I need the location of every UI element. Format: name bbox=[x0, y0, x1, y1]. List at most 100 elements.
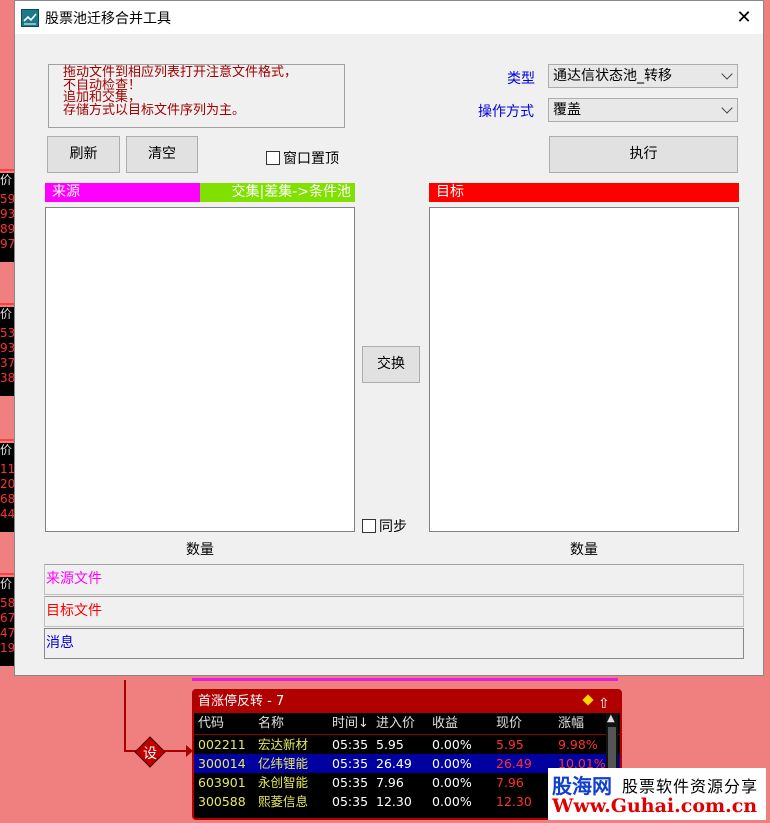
table-row[interactable]: 002211 宏达新材 05:35 5.95 0.00% 5.95 9.98% bbox=[194, 735, 620, 754]
stock-cell-name: 亿纬锂能 bbox=[258, 756, 309, 771]
column-header[interactable]: 涨幅 bbox=[558, 713, 584, 735]
stock-cell-entry: 7.96 bbox=[376, 775, 404, 790]
migration-tool-dialog: 股票池迁移合并工具 ✕ 拖动文件到相应列表打开注意文件格式， 不自动检查！ 追加和交… bbox=[14, 0, 764, 676]
stock-cell-code: 300588 bbox=[198, 794, 246, 809]
column-header[interactable]: 名称 bbox=[258, 713, 284, 735]
background-price-text: 44 bbox=[0, 507, 14, 521]
target-file-field: 目标文件 bbox=[44, 596, 744, 627]
stock-cell-price: 26.49 bbox=[496, 756, 532, 771]
swap-button[interactable]: 交换 bbox=[362, 346, 420, 383]
watermark-tagline: 股票软件资源分享 bbox=[622, 777, 759, 796]
diamond-icon[interactable] bbox=[582, 694, 594, 706]
background-price-text: 68 bbox=[0, 492, 14, 506]
column-header[interactable]: 进入价 bbox=[376, 713, 415, 735]
title-bar[interactable]: 股票池迁移合并工具 ✕ bbox=[15, 1, 763, 34]
watermark-url: Www.Guhai.com.cn bbox=[552, 795, 758, 817]
background-right-strip bbox=[764, 34, 770, 674]
column-header[interactable]: 现价 bbox=[496, 713, 522, 735]
clear-button[interactable]: 清空 bbox=[126, 136, 198, 173]
stock-panel-title-bar: 首涨停反转 - 7 ⇧ bbox=[194, 691, 620, 713]
type-select-value: 通达信状态池_转移 bbox=[553, 68, 672, 84]
checkbox-box[interactable] bbox=[362, 519, 376, 533]
source-listbox[interactable] bbox=[45, 207, 355, 532]
flow-connector bbox=[124, 680, 126, 752]
background-price-text: 93 bbox=[0, 341, 14, 355]
background-price-text: 38 bbox=[0, 371, 14, 385]
sync-checkbox[interactable]: 同步 bbox=[362, 516, 407, 536]
stock-cell-time: 05:35 bbox=[332, 737, 369, 752]
stock-cell-gain: 0.00% bbox=[432, 775, 472, 790]
mode-label: 操作方式 bbox=[478, 104, 534, 120]
target-list-header: 目标 bbox=[429, 183, 739, 202]
background-divider bbox=[0, 573, 14, 575]
background-price-text: 97 bbox=[0, 237, 14, 251]
background-price-text: 11 bbox=[0, 462, 14, 476]
stock-cell-change: 9.98% bbox=[558, 737, 598, 752]
column-header[interactable]: 时间↓ bbox=[332, 713, 369, 735]
background-price-text: 价 bbox=[0, 173, 13, 187]
stock-cell-time: 05:35 bbox=[332, 794, 369, 809]
flow-node-diamond[interactable]: 设 bbox=[134, 736, 166, 768]
type-label: 类型 bbox=[507, 71, 535, 87]
stock-cell-code: 300014 bbox=[198, 756, 246, 771]
sync-label: 同步 bbox=[379, 519, 407, 535]
stock-cell-price: 5.95 bbox=[496, 737, 524, 752]
column-header[interactable]: 代码 bbox=[198, 713, 224, 735]
source-count-label: 数量 bbox=[186, 542, 214, 558]
background-price-text: 67 bbox=[0, 611, 14, 625]
refresh-button[interactable]: 刷新 bbox=[47, 136, 120, 173]
target-count-label: 数量 bbox=[570, 542, 598, 558]
flow-connector bbox=[164, 750, 188, 752]
background-price-text: 47 bbox=[0, 626, 14, 640]
message-field: 消息 bbox=[44, 628, 744, 659]
always-on-top-label: 窗口置顶 bbox=[283, 151, 339, 167]
background-panel-edge bbox=[192, 678, 618, 681]
scroll-up-icon[interactable]: ▲ bbox=[607, 713, 615, 724]
chevron-down-icon bbox=[721, 102, 733, 114]
background-price-text: 89 bbox=[0, 222, 14, 236]
type-select[interactable]: 通达信状态池_转移 bbox=[548, 64, 738, 88]
execute-button[interactable]: 执行 bbox=[549, 136, 738, 173]
stock-cell-price: 12.30 bbox=[496, 794, 532, 809]
up-arrow-icon[interactable]: ⇧ bbox=[598, 693, 610, 715]
background-divider bbox=[0, 303, 14, 305]
mode-select-value: 覆盖 bbox=[553, 102, 581, 118]
stock-cell-gain: 0.00% bbox=[432, 756, 472, 771]
background-price-text: 价 bbox=[0, 443, 13, 457]
stock-cell-time: 05:35 bbox=[332, 775, 369, 790]
checkbox-box[interactable] bbox=[266, 151, 280, 165]
source-list-header: 来源 bbox=[45, 183, 200, 202]
source-file-field: 来源文件 bbox=[44, 564, 744, 595]
stock-panel-title: 首涨停反转 - 7 bbox=[198, 694, 285, 709]
close-button[interactable]: ✕ bbox=[723, 1, 765, 34]
background-price-text: 37 bbox=[0, 356, 14, 370]
window-title: 股票池迁移合并工具 bbox=[45, 11, 171, 27]
always-on-top-checkbox[interactable]: 窗口置顶 bbox=[266, 148, 339, 168]
stock-cell-entry: 12.30 bbox=[376, 794, 412, 809]
app-icon bbox=[21, 9, 39, 27]
stock-cell-time: 05:35 bbox=[332, 756, 369, 771]
notice-box: 拖动文件到相应列表打开注意文件格式， 不自动检查！ 追加和交集， 存储方式以目标文件序… bbox=[48, 64, 345, 128]
stock-cell-entry: 26.49 bbox=[376, 756, 412, 771]
background-divider bbox=[0, 439, 14, 441]
background-divider bbox=[0, 169, 14, 171]
background-price-text: 59 bbox=[0, 192, 14, 206]
background-price-column: 价 59 93 89 97 bbox=[0, 173, 14, 262]
set-operation-header[interactable]: 交集|差集->条件池 bbox=[200, 183, 355, 202]
background-price-text: 58 bbox=[0, 596, 14, 610]
background-price-text: 19 bbox=[0, 641, 14, 655]
column-header[interactable]: 收益 bbox=[432, 713, 458, 735]
background-price-text: 93 bbox=[0, 207, 14, 221]
stock-table-header: 代码 名称 时间↓ 进入价 收益 现价 涨幅 bbox=[194, 713, 620, 735]
background-price-column: 价 11 20 68 44 bbox=[0, 443, 14, 532]
target-listbox[interactable] bbox=[429, 207, 739, 532]
stock-cell-entry: 5.95 bbox=[376, 737, 404, 752]
watermark: 股海网 股票软件资源分享 Www.Guhai.com.cn bbox=[548, 768, 766, 820]
chevron-down-icon bbox=[721, 68, 733, 80]
stock-cell-name: 熙菱信息 bbox=[258, 794, 309, 809]
stock-cell-name: 永创智能 bbox=[258, 775, 309, 790]
stock-cell-name: 宏达新材 bbox=[258, 737, 309, 752]
background-price-column: 价 58 67 47 19 bbox=[0, 577, 14, 666]
stock-cell-price: 7.96 bbox=[496, 775, 524, 790]
mode-select[interactable]: 覆盖 bbox=[548, 98, 738, 122]
